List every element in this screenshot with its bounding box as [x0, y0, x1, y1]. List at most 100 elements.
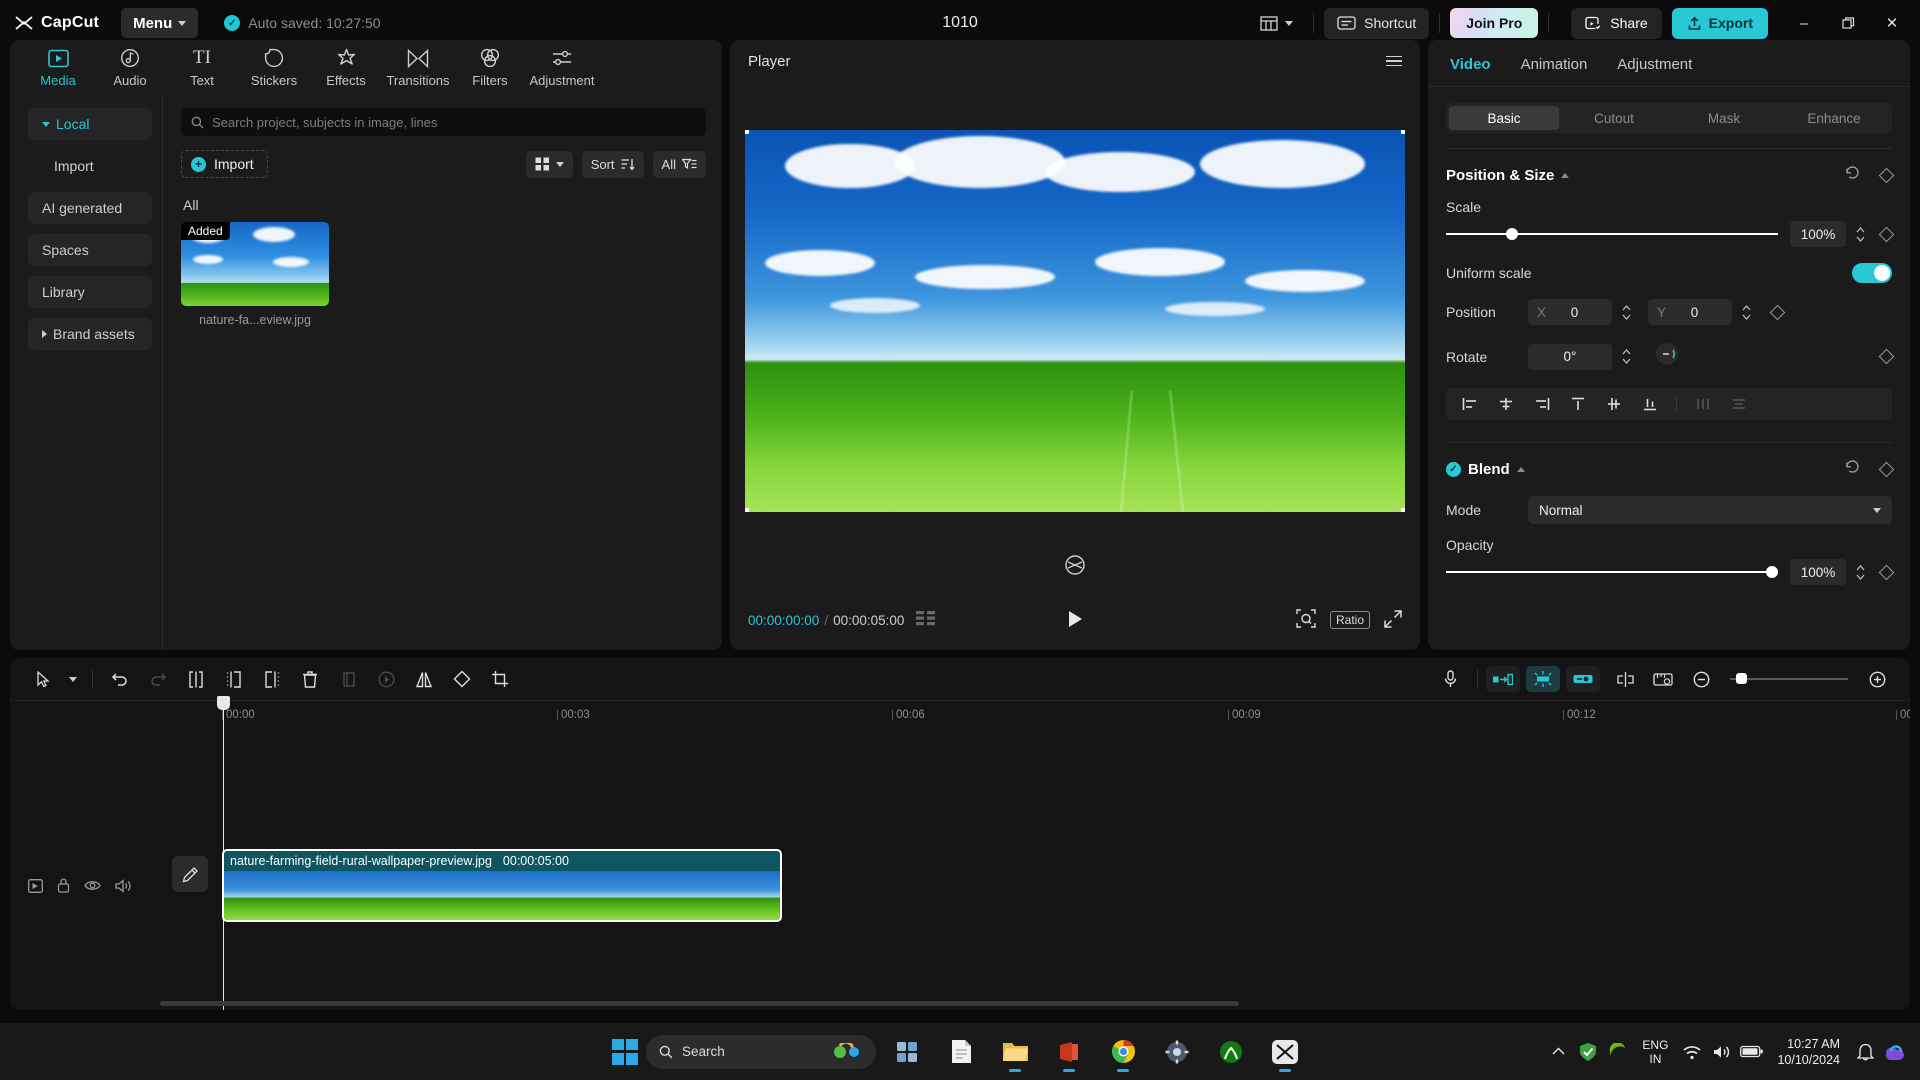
tab-media[interactable]: Media	[22, 46, 94, 88]
scale-stepper[interactable]	[1852, 226, 1868, 242]
track-lock-icon[interactable]	[57, 878, 70, 898]
trim-right-icon[interactable]	[253, 664, 291, 694]
current-timecode[interactable]: 00:00:00:00	[748, 613, 819, 628]
rotate-stepper[interactable]	[1618, 349, 1634, 364]
freeze-frame-icon[interactable]	[367, 664, 405, 694]
language-indicator[interactable]: ENG IN	[1633, 1038, 1677, 1066]
media-item[interactable]: Added nature-fa...eview.jpg	[181, 222, 329, 327]
timeline-horizontal-scrollbar[interactable]	[160, 1001, 1900, 1006]
tab-audio[interactable]: Audio	[94, 46, 166, 88]
duplicate-icon[interactable]	[329, 664, 367, 694]
search-box[interactable]	[181, 108, 706, 136]
clip-start-trim-icon[interactable]	[1486, 666, 1520, 692]
align-center-vertical-icon[interactable]	[1598, 391, 1630, 417]
opacity-stepper[interactable]	[1852, 564, 1868, 580]
scale-keyframe-icon[interactable]	[1878, 226, 1895, 242]
blend-mode-select[interactable]: Normal	[1528, 496, 1892, 524]
zoom-in-icon[interactable]	[1858, 664, 1896, 694]
wifi-icon[interactable]	[1677, 1029, 1707, 1075]
ratio-button[interactable]: Ratio	[1329, 611, 1370, 629]
reset-icon[interactable]	[1844, 458, 1861, 480]
sidebar-item-spaces[interactable]: Spaces	[28, 234, 152, 266]
sidebar-item-import[interactable]: Import	[28, 150, 152, 182]
tray-antivirus-icon[interactable]	[1573, 1029, 1603, 1075]
video-preview[interactable]	[745, 130, 1405, 512]
delete-icon[interactable]	[291, 664, 329, 694]
taskbar-xbox-icon[interactable]	[1208, 1029, 1254, 1075]
volume-icon[interactable]	[1707, 1029, 1737, 1075]
export-button[interactable]: Export	[1671, 7, 1768, 39]
select-tool-icon[interactable]	[24, 664, 62, 694]
tab-filters[interactable]: Filters	[454, 46, 526, 88]
sidebar-item-library[interactable]: Library	[28, 276, 152, 308]
tab-stickers[interactable]: Stickers	[238, 46, 310, 88]
opacity-slider[interactable]	[1446, 565, 1778, 579]
copilot-tray-icon[interactable]	[1880, 1029, 1910, 1075]
tab-adjustment[interactable]: Adjustment	[526, 46, 598, 88]
edit-track-button[interactable]	[172, 856, 208, 892]
join-pro-button[interactable]: Join Pro	[1450, 8, 1539, 38]
scale-slider[interactable]	[1446, 227, 1778, 241]
reset-rotation-button[interactable]	[1064, 554, 1086, 576]
timeline-zoom-slider[interactable]	[1730, 672, 1848, 686]
track-thumbnail-toggle-icon[interactable]	[28, 878, 43, 898]
grid-view-button[interactable]	[525, 150, 573, 178]
rotate-keyframe-icon[interactable]	[1878, 348, 1895, 365]
taskbar-search[interactable]: Search	[646, 1034, 876, 1069]
playhead-handle[interactable]	[217, 696, 230, 710]
position-keyframe-icon[interactable]	[1769, 304, 1786, 320]
frames-icon[interactable]	[916, 611, 937, 629]
align-center-horizontal-icon[interactable]	[1490, 391, 1522, 417]
taskbar-settings-icon[interactable]	[1154, 1029, 1200, 1075]
position-y-stepper[interactable]	[1738, 304, 1754, 320]
player-menu-icon[interactable]	[1386, 55, 1402, 67]
position-x-field[interactable]: X 0	[1528, 299, 1612, 325]
split-playhead-icon[interactable]	[1606, 664, 1644, 694]
zoom-out-icon[interactable]	[1682, 664, 1720, 694]
rotate-value[interactable]: 0°	[1528, 343, 1612, 370]
reset-icon[interactable]	[1844, 164, 1861, 186]
tab-text[interactable]: TI Text	[166, 46, 238, 88]
play-button[interactable]	[1067, 610, 1083, 631]
measure-icon[interactable]	[1644, 664, 1682, 694]
layout-switch-button[interactable]	[1250, 8, 1303, 38]
tray-nvidia-icon[interactable]	[1603, 1029, 1633, 1075]
notifications-icon[interactable]	[1850, 1029, 1880, 1075]
opacity-keyframe-icon[interactable]	[1878, 564, 1895, 580]
sidebar-item-local[interactable]: Local	[28, 108, 152, 140]
uniform-scale-toggle[interactable]	[1852, 263, 1892, 283]
sidebar-item-ai-generated[interactable]: AI generated	[28, 192, 152, 224]
slider-knob[interactable]	[1766, 566, 1778, 578]
sidebar-item-brand-assets[interactable]: Brand assets	[28, 318, 152, 350]
battery-icon[interactable]	[1737, 1029, 1767, 1075]
sort-button[interactable]: Sort	[581, 150, 644, 178]
align-right-icon[interactable]	[1526, 391, 1558, 417]
track-mute-icon[interactable]	[115, 878, 132, 898]
clip-link-icon[interactable]	[1566, 666, 1600, 692]
taskbar-notepad-icon[interactable]	[938, 1029, 984, 1075]
share-button[interactable]: Share	[1571, 7, 1662, 39]
mirror-icon[interactable]	[405, 664, 443, 694]
import-button[interactable]: + Import	[181, 150, 268, 178]
scale-value[interactable]: 100%	[1790, 221, 1846, 247]
segment-cutout[interactable]: Cutout	[1559, 106, 1669, 130]
selection-handle[interactable]	[745, 130, 749, 134]
tray-expand-icon[interactable]	[1543, 1029, 1573, 1075]
tab-effects[interactable]: Effects	[310, 46, 382, 88]
clip-split-icon[interactable]	[1526, 666, 1560, 692]
rotate-icon[interactable]	[443, 664, 481, 694]
selection-handle[interactable]	[1401, 508, 1405, 512]
track-visibility-icon[interactable]	[84, 879, 101, 897]
taskbar-widgets-icon[interactable]	[884, 1029, 930, 1075]
chevron-up-icon[interactable]	[1516, 466, 1525, 472]
opacity-value[interactable]: 100%	[1790, 559, 1846, 585]
zoom-to-fit-icon[interactable]	[1296, 609, 1316, 631]
trim-left-icon[interactable]	[215, 664, 253, 694]
tab-animation[interactable]: Animation	[1521, 56, 1588, 79]
distribute-vertical-icon[interactable]	[1723, 391, 1755, 417]
tab-transitions[interactable]: Transitions	[382, 46, 454, 88]
timeline-ruler[interactable]: 00:00 00:03 00:06 00:09 00:12 00:1	[10, 700, 1910, 730]
position-y-field[interactable]: Y 0	[1648, 299, 1732, 325]
taskbar-office-icon[interactable]	[1046, 1029, 1092, 1075]
keyframe-icon[interactable]	[1878, 167, 1895, 183]
